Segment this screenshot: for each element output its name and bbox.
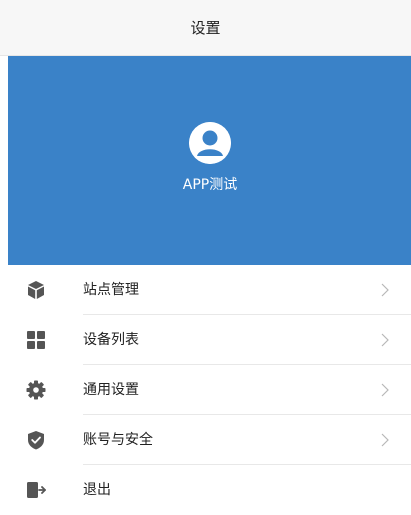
menu-item-general-settings[interactable]: 通用设置: [0, 365, 411, 415]
shield-icon: [28, 431, 44, 450]
menu-item-label: 通用设置: [83, 382, 139, 398]
header-bar: 设置: [0, 0, 411, 56]
logout-icon: [27, 482, 46, 498]
menu-item-label: 设备列表: [83, 332, 139, 348]
user-icon: [189, 122, 231, 164]
avatar[interactable]: [189, 122, 231, 164]
menu-item-account-security[interactable]: 账号与安全: [0, 415, 411, 465]
profile-banner: APP测试: [8, 56, 411, 265]
settings-menu: 站点管理 设备列表 通用设置 账号与安全 退出: [0, 265, 411, 515]
menu-item-device-list[interactable]: 设备列表: [0, 315, 411, 365]
chevron-right-icon: [381, 383, 389, 397]
page-title: 设置: [190, 19, 221, 37]
menu-item-label: 账号与安全: [83, 432, 153, 448]
menu-item-logout[interactable]: 退出: [0, 465, 411, 515]
cube-icon: [28, 281, 44, 299]
grid-icon: [27, 331, 45, 349]
menu-item-label: 退出: [83, 482, 111, 498]
gear-icon: [26, 380, 46, 400]
chevron-right-icon: [381, 333, 389, 347]
menu-item-label: 站点管理: [83, 282, 139, 298]
chevron-right-icon: [381, 283, 389, 297]
username: APP测试: [182, 177, 238, 193]
chevron-right-icon: [381, 433, 389, 447]
menu-item-site-management[interactable]: 站点管理: [0, 265, 411, 315]
